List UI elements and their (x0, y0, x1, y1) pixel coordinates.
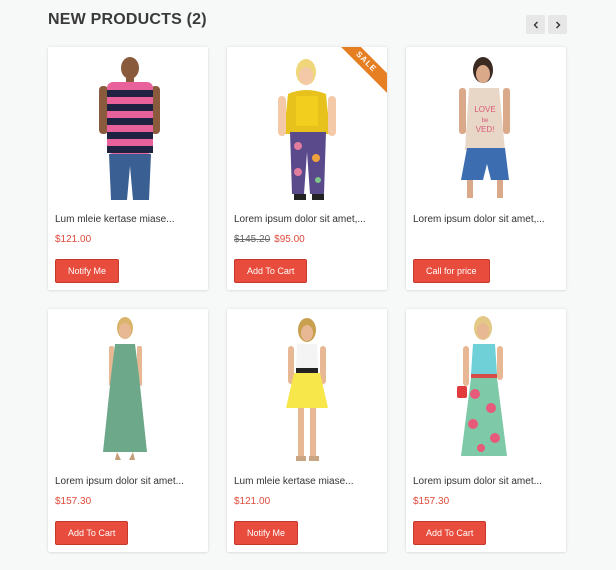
product-price: $157.30 (413, 496, 450, 507)
product-price: $121.00 (55, 234, 92, 245)
add-to-cart-button[interactable]: Add To Cart (234, 259, 308, 283)
product-card[interactable]: Lorem ipsum dolor sit amet... $157.30 Ad… (48, 309, 208, 552)
product-image[interactable] (234, 316, 380, 462)
product-old-price: $145.20 (234, 234, 271, 245)
product-name[interactable]: Lorem ipsum dolor sit amet,... (413, 214, 545, 225)
svg-text:be: be (482, 118, 489, 124)
product-image[interactable]: LOVE be VED! (413, 54, 559, 200)
product-card[interactable]: Lorem ipsum dolor sit amet... $157.30 Ad… (406, 309, 566, 552)
product-image[interactable] (55, 316, 201, 462)
section-title: NEW PRODUCTS (2) (48, 11, 207, 28)
product-name[interactable]: Lum mleie kertase miase... (234, 476, 354, 487)
svg-text:VED!: VED! (476, 125, 495, 134)
add-to-cart-button[interactable]: Add To Cart (55, 521, 129, 545)
product-card[interactable]: Lum mleie kertase miase... $121.00 Notif… (48, 47, 208, 290)
product-price: $95.00 (274, 234, 305, 245)
price-row: $121.00 (234, 496, 270, 507)
product-price: $157.30 (55, 496, 92, 507)
product-card[interactable]: SALE Lorem ipsum dolor sit amet,... $145… (227, 47, 387, 290)
price-row: $145.20 $95.00 (234, 234, 305, 245)
product-image[interactable] (55, 54, 201, 200)
carousel-prev-button[interactable] (526, 15, 545, 34)
price-row: $157.30 (55, 496, 91, 507)
product-name[interactable]: Lum mleie kertase miase... (55, 214, 175, 225)
product-name[interactable]: Lorem ipsum dolor sit amet... (55, 476, 184, 487)
add-to-cart-button[interactable]: Add To Cart (413, 521, 487, 545)
product-card[interactable]: Lum mleie kertase miase... $121.00 Notif… (227, 309, 387, 552)
product-image[interactable] (234, 54, 380, 200)
call-for-price-button[interactable]: Call for price (413, 259, 490, 283)
price-row: $121.00 (55, 234, 91, 245)
product-card[interactable]: LOVE be VED! Lorem ipsum dolor sit amet,… (406, 47, 566, 290)
notify-me-button[interactable]: Notify Me (234, 521, 299, 545)
chevron-left-icon (533, 21, 538, 28)
product-price: $121.00 (234, 496, 271, 507)
notify-me-button[interactable]: Notify Me (55, 259, 120, 283)
chevron-right-icon (555, 21, 560, 28)
product-name[interactable]: Lorem ipsum dolor sit amet,... (234, 214, 366, 225)
svg-text:LOVE: LOVE (474, 105, 495, 114)
price-row: $157.30 (413, 496, 449, 507)
product-name[interactable]: Lorem ipsum dolor sit amet... (413, 476, 542, 487)
carousel-next-button[interactable] (548, 15, 567, 34)
product-image[interactable] (413, 316, 559, 462)
